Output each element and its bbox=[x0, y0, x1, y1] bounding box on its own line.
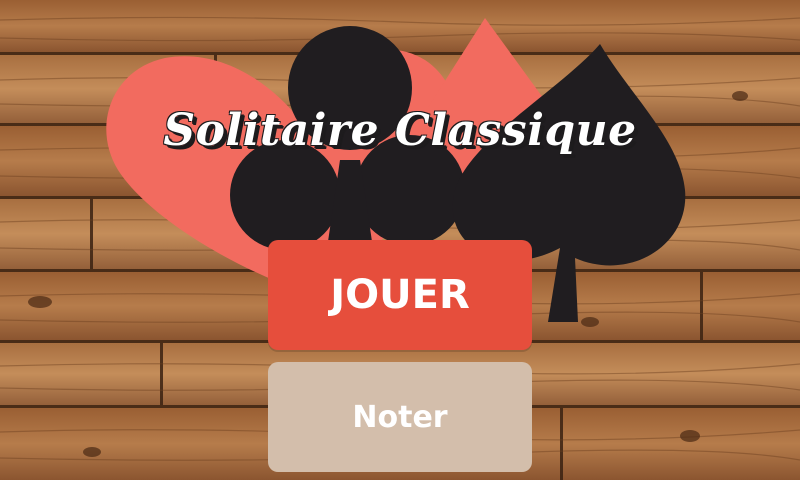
rate-button[interactable]: Noter bbox=[268, 362, 532, 472]
game-title: Solitaire Classique bbox=[163, 105, 637, 156]
play-button-label: JOUER bbox=[330, 272, 470, 318]
play-button[interactable]: JOUER bbox=[268, 240, 532, 350]
rate-button-label: Noter bbox=[352, 399, 448, 435]
main-menu-screen: Solitaire Classique JOUER Noter bbox=[0, 0, 800, 480]
